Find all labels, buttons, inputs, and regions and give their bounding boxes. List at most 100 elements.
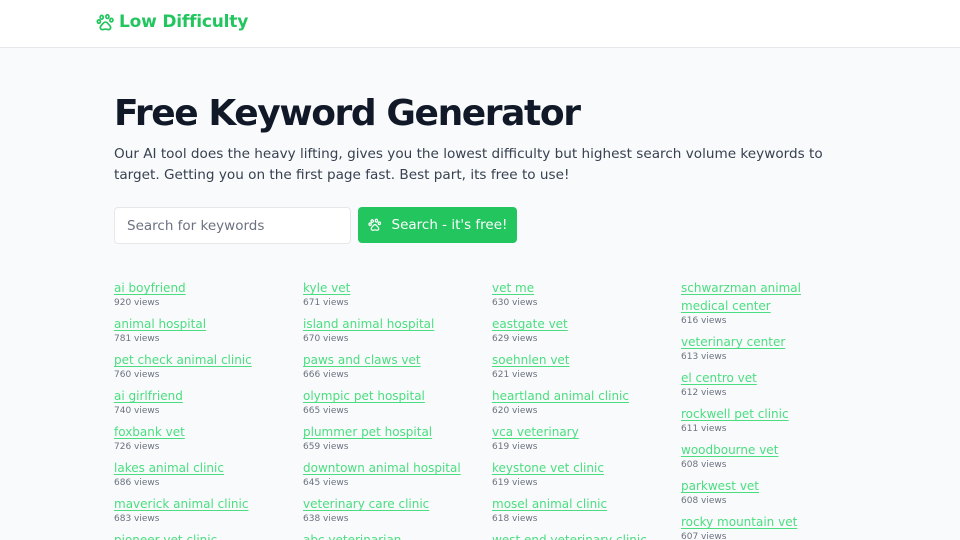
paw-icon [367, 218, 381, 231]
keyword-views: 616 views [681, 316, 727, 326]
keyword-item: vet me 630 views [492, 279, 662, 309]
keyword-item: ai boyfriend 920 views [114, 279, 284, 309]
keyword-views: 607 views [681, 532, 727, 540]
search-button-label: Search - it's free! [391, 217, 508, 233]
keyword-views: 726 views [114, 442, 160, 452]
keyword-item: schwarzman animal medical center 616 view… [681, 279, 851, 327]
keyword-column-2: kyle vet 671 views island animal hospital 6… [303, 279, 473, 540]
logo-text: Low Difficulty [119, 12, 249, 32]
keyword-link[interactable]: kyle vet [303, 279, 473, 297]
keyword-item: rocky mountain vet 607 views [681, 513, 851, 540]
keyword-link[interactable]: ai boyfriend [114, 279, 284, 297]
keyword-link[interactable]: maverick animal clinic [114, 495, 284, 513]
keyword-item: pet check animal clinic 760 views [114, 351, 284, 381]
keyword-column-3: vet me 630 views eastgate vet 629 views soeh… [492, 279, 662, 540]
keyword-item: downtown animal hospital 645 views [303, 459, 473, 489]
keyword-link[interactable]: downtown animal hospital [303, 459, 473, 477]
keyword-item: lakes animal clinic 686 views [114, 459, 284, 489]
keyword-link[interactable]: schwarzman animal medical center [681, 279, 851, 315]
keyword-link[interactable]: rockwell pet clinic [681, 405, 851, 423]
keyword-link[interactable]: olympic pet hospital [303, 387, 473, 405]
keyword-link[interactable]: ai girlfriend [114, 387, 284, 405]
top-navbar: Low Difficulty [0, 0, 960, 48]
keyword-item: veterinary care clinic 638 views [303, 495, 473, 525]
keyword-link[interactable]: heartland animal clinic [492, 387, 662, 405]
keyword-link[interactable]: lakes animal clinic [114, 459, 284, 477]
keyword-link[interactable]: west end veterinary clinic [492, 531, 662, 540]
keyword-views: 611 views [681, 424, 727, 434]
keyword-views: 659 views [303, 442, 349, 452]
page-description: Our AI tool does the heavy lifting, give… [114, 146, 823, 183]
keyword-views: 619 views [492, 442, 538, 452]
keyword-link[interactable]: pet check animal clinic [114, 351, 284, 369]
keyword-views: 671 views [303, 298, 349, 308]
logo[interactable]: Low Difficulty [96, 12, 248, 32]
keyword-link[interactable]: vet me [492, 279, 662, 297]
keyword-item: animal hospital 781 views [114, 315, 284, 345]
keyword-views: 621 views [492, 370, 538, 380]
keyword-item: maverick animal clinic 683 views [114, 495, 284, 525]
keyword-link[interactable]: pioneer vet clinic [114, 531, 284, 540]
keyword-item: mosel animal clinic 618 views [492, 495, 662, 525]
keyword-item: veterinary center 613 views [681, 333, 851, 363]
keyword-link[interactable]: parkwest vet [681, 477, 851, 495]
keyword-views: 638 views [303, 514, 349, 524]
keyword-item: ai girlfriend 740 views [114, 387, 284, 417]
keyword-item: el centro vet 612 views [681, 369, 851, 399]
keyword-link[interactable]: island animal hospital [303, 315, 473, 333]
keyword-link[interactable]: plummer pet hospital [303, 423, 473, 441]
page-title: Free Keyword Generator [114, 93, 581, 134]
keyword-link[interactable]: vca veterinary [492, 423, 662, 441]
keyword-item: heartland animal clinic 620 views [492, 387, 662, 417]
keyword-link[interactable]: animal hospital [114, 315, 284, 333]
keyword-views: 608 views [681, 496, 727, 506]
keyword-views: 920 views [114, 298, 160, 308]
keyword-views: 620 views [492, 406, 538, 416]
keyword-views: 670 views [303, 334, 349, 344]
keyword-link[interactable]: rocky mountain vet [681, 513, 851, 531]
keyword-item: paws and claws vet 666 views [303, 351, 473, 381]
keyword-item: rockwell pet clinic 611 views [681, 405, 851, 435]
keyword-views: 760 views [114, 370, 160, 380]
keyword-link[interactable]: soehnlen vet [492, 351, 662, 369]
keyword-views: 781 views [114, 334, 160, 344]
keyword-item: west end veterinary clinic [492, 531, 662, 540]
keyword-views: 629 views [492, 334, 538, 344]
keyword-item: woodbourne vet 608 views [681, 441, 851, 471]
search-input[interactable] [114, 207, 351, 244]
keyword-views: 619 views [492, 478, 538, 488]
keyword-views: 665 views [303, 406, 349, 416]
keyword-link[interactable]: veterinary center [681, 333, 851, 351]
keyword-link[interactable]: el centro vet [681, 369, 851, 387]
keyword-link[interactable]: mosel animal clinic [492, 495, 662, 513]
keyword-item: soehnlen vet 621 views [492, 351, 662, 381]
keyword-link[interactable]: eastgate vet [492, 315, 662, 333]
keyword-link[interactable]: keystone vet clinic [492, 459, 662, 477]
keyword-item: abc veterinarian [303, 531, 473, 540]
keyword-item: foxbank vet 726 views [114, 423, 284, 453]
keyword-item: kyle vet 671 views [303, 279, 473, 309]
keyword-item: plummer pet hospital 659 views [303, 423, 473, 453]
keyword-views: 645 views [303, 478, 349, 488]
keyword-link[interactable]: paws and claws vet [303, 351, 473, 369]
keyword-views: 608 views [681, 460, 727, 470]
keyword-column-4: schwarzman animal medical center 616 view… [681, 279, 851, 540]
keyword-link[interactable]: woodbourne vet [681, 441, 851, 459]
keyword-views: 683 views [114, 514, 160, 524]
keyword-link[interactable]: foxbank vet [114, 423, 284, 441]
keyword-item: parkwest vet 608 views [681, 477, 851, 507]
keyword-views: 740 views [114, 406, 160, 416]
paw-icon [96, 13, 114, 30]
keyword-item: olympic pet hospital 665 views [303, 387, 473, 417]
keyword-link[interactable]: veterinary care clinic [303, 495, 473, 513]
keyword-views: 666 views [303, 370, 349, 380]
keyword-item: keystone vet clinic 619 views [492, 459, 662, 489]
keyword-views: 630 views [492, 298, 538, 308]
search-button[interactable]: Search - it's free! [358, 207, 517, 243]
keyword-link[interactable]: abc veterinarian [303, 531, 473, 540]
keyword-item: pioneer vet clinic [114, 531, 284, 540]
keyword-item: vca veterinary 619 views [492, 423, 662, 453]
keyword-views: 613 views [681, 352, 727, 362]
keyword-views: 618 views [492, 514, 538, 524]
keyword-item: island animal hospital 670 views [303, 315, 473, 345]
